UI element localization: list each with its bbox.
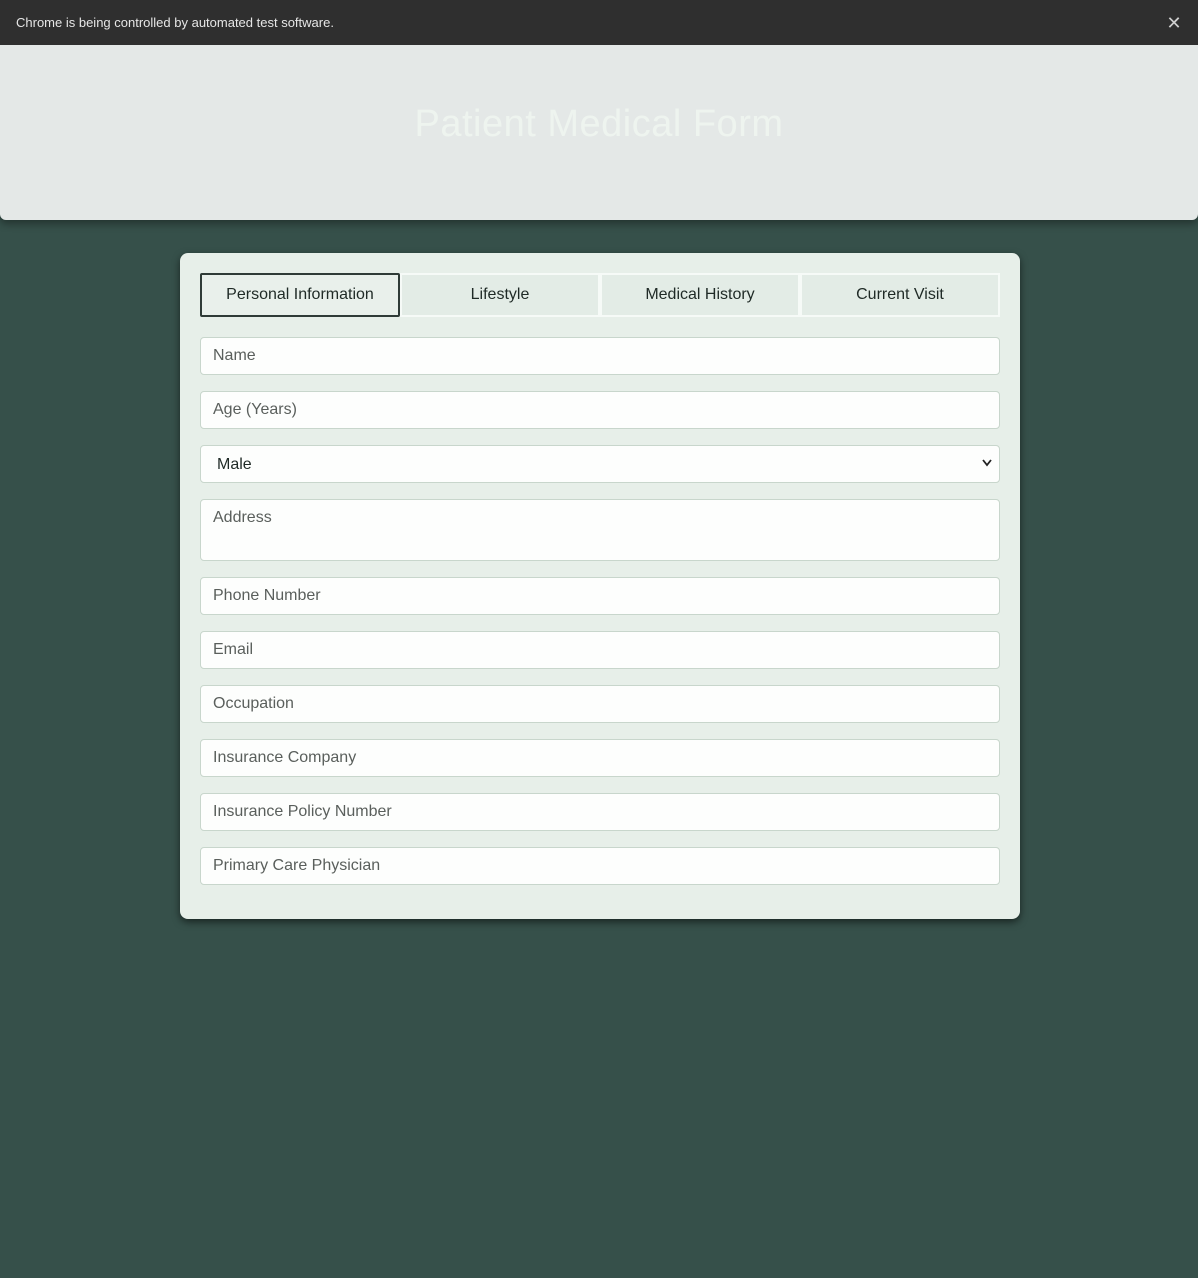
phone-input[interactable] — [200, 577, 1000, 615]
tab-bar: Personal Information Lifestyle Medical H… — [200, 273, 1000, 317]
gender-select[interactable]: Male — [200, 445, 1000, 483]
tab-medical-history[interactable]: Medical History — [600, 273, 800, 317]
insurance-policy-input[interactable] — [200, 793, 1000, 831]
form-card: Personal Information Lifestyle Medical H… — [180, 253, 1020, 919]
email-input[interactable] — [200, 631, 1000, 669]
close-icon[interactable]: ✕ — [1166, 14, 1182, 32]
tab-current-visit[interactable]: Current Visit — [800, 273, 1000, 317]
age-input[interactable] — [200, 391, 1000, 429]
address-textarea[interactable] — [200, 499, 1000, 561]
name-input[interactable] — [200, 337, 1000, 375]
gender-select-wrapper: Male — [200, 445, 1000, 483]
tab-lifestyle[interactable]: Lifestyle — [400, 273, 600, 317]
page-title: Patient Medical Form — [414, 103, 784, 145]
automation-notice-text: Chrome is being controlled by automated … — [16, 15, 334, 30]
tab-personal-information[interactable]: Personal Information — [200, 273, 400, 317]
insurance-company-input[interactable] — [200, 739, 1000, 777]
automation-infobar: Chrome is being controlled by automated … — [0, 0, 1198, 45]
occupation-input[interactable] — [200, 685, 1000, 723]
page-header: Patient Medical Form — [0, 45, 1198, 220]
primary-care-physician-input[interactable] — [200, 847, 1000, 885]
